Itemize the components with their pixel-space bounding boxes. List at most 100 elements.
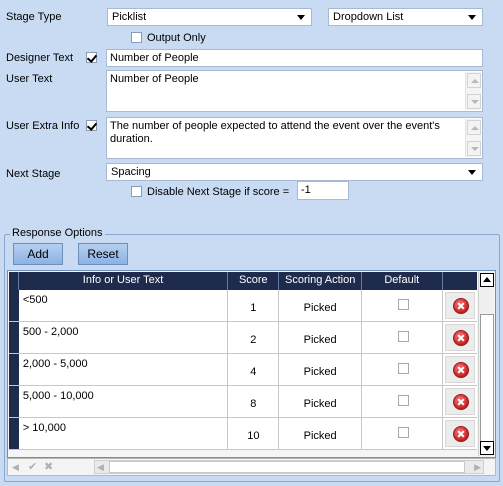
cell-scoring-action[interactable]: Picked (279, 418, 362, 449)
cell-text[interactable]: 500 - 2,000 (19, 322, 229, 353)
scroll-thumb[interactable] (480, 314, 494, 442)
cell-delete (443, 418, 477, 449)
designer-text-value: Number of People (110, 52, 199, 64)
scroll-up-icon[interactable] (467, 73, 481, 88)
row-header-corner (9, 272, 19, 290)
user-extra-info-checkbox[interactable] (86, 120, 97, 131)
delete-icon[interactable] (452, 362, 469, 378)
scroll-up-icon[interactable] (480, 273, 494, 287)
next-stage-label: Next Stage (6, 168, 61, 180)
default-checkbox[interactable] (397, 363, 409, 374)
reset-button[interactable]: Reset (78, 243, 128, 265)
cell-score[interactable]: 1 (228, 290, 280, 321)
row-selector[interactable] (9, 354, 19, 385)
user-extra-info-label: User Extra Info (6, 120, 80, 132)
delete-icon[interactable] (452, 298, 469, 314)
cancel-icon[interactable]: ✖ (44, 460, 53, 473)
left-arrow-icon[interactable]: ◀ (12, 462, 19, 473)
horizontal-scrollbar[interactable]: ◀ ▶ (94, 460, 484, 474)
output-only-label: Output Only (147, 32, 206, 44)
user-text-area[interactable]: Number of People (106, 70, 483, 112)
cell-default (362, 322, 443, 353)
user-text-scrollbar[interactable] (465, 72, 481, 110)
cell-delete (443, 322, 477, 353)
row-selector[interactable] (9, 386, 19, 417)
cell-score[interactable]: 2 (228, 322, 280, 353)
delete-icon[interactable] (452, 330, 469, 346)
output-only-checkbox[interactable] (131, 32, 142, 43)
cell-default (362, 354, 443, 385)
scroll-down-icon[interactable] (467, 94, 481, 109)
disable-next-stage-checkbox[interactable] (131, 186, 142, 197)
table-row[interactable]: 5,000 - 10,000 8 Picked (9, 386, 477, 418)
add-button[interactable]: Add (13, 243, 63, 265)
scroll-down-icon[interactable] (480, 441, 494, 455)
display-type-select[interactable]: Dropdown List (328, 8, 483, 26)
scroll-right-icon[interactable]: ▶ (474, 462, 481, 473)
next-stage-select[interactable]: Spacing (106, 163, 483, 181)
cell-scoring-action[interactable]: Picked (279, 386, 362, 417)
stage-type-value: Picklist (112, 11, 147, 23)
next-stage-value: Spacing (111, 166, 151, 178)
chevron-down-icon (468, 170, 476, 175)
grid-vertical-scrollbar[interactable] (478, 272, 494, 456)
row-selector[interactable] (9, 322, 19, 353)
cell-delete (443, 354, 477, 385)
h-scroll-thumb[interactable] (109, 461, 465, 473)
cell-scoring-action[interactable]: Picked (279, 290, 362, 321)
display-type-value: Dropdown List (333, 11, 404, 23)
response-options-grid: Info or User Text Score Scoring Action D… (7, 270, 496, 458)
designer-text-checkbox[interactable] (86, 52, 97, 63)
default-checkbox[interactable] (397, 395, 409, 406)
response-options-title: Response Options (10, 227, 105, 239)
column-header-scoring-action[interactable]: Scoring Action (279, 272, 362, 290)
column-header-text[interactable]: Info or User Text (19, 272, 229, 290)
cell-text[interactable]: > 10,000 (19, 418, 229, 449)
cell-delete (443, 290, 477, 321)
grid-navigator: ◀ ✔ ✖ ◀ ▶ (7, 458, 496, 476)
default-checkbox[interactable] (397, 427, 409, 438)
column-header-default[interactable]: Default (362, 272, 443, 290)
cell-scoring-action[interactable]: Picked (279, 354, 362, 385)
row-selector[interactable] (9, 290, 19, 321)
user-extra-info-area[interactable]: The number of people expected to attend … (106, 117, 483, 159)
cell-text[interactable]: <500 (19, 290, 229, 321)
table-row[interactable]: > 10,000 10 Picked (9, 418, 477, 450)
column-header-delete (443, 272, 477, 290)
default-checkbox[interactable] (397, 331, 409, 342)
user-text-value: Number of People (110, 73, 199, 85)
cell-text[interactable]: 5,000 - 10,000 (19, 386, 229, 417)
cell-score[interactable]: 10 (228, 418, 280, 449)
disable-score-input[interactable]: -1 (297, 181, 349, 200)
row-selector[interactable] (9, 418, 19, 449)
cell-text[interactable]: 2,000 - 5,000 (19, 354, 229, 385)
cell-default (362, 418, 443, 449)
cell-scoring-action[interactable]: Picked (279, 322, 362, 353)
cell-default (362, 290, 443, 321)
cell-score[interactable]: 4 (228, 354, 280, 385)
user-extra-info-scrollbar[interactable] (465, 119, 481, 157)
stage-type-label: Stage Type (6, 11, 62, 23)
column-header-score[interactable]: Score (228, 272, 280, 290)
table-row[interactable]: 2,000 - 5,000 4 Picked (9, 354, 477, 386)
table-row[interactable]: 500 - 2,000 2 Picked (9, 322, 477, 354)
user-extra-info-value: The number of people expected to attend … (110, 120, 440, 145)
disable-score-value: -1 (301, 184, 311, 196)
cell-score[interactable]: 8 (228, 386, 280, 417)
scroll-down-icon[interactable] (467, 141, 481, 156)
check-icon[interactable]: ✔ (28, 460, 37, 473)
delete-icon[interactable] (452, 426, 469, 442)
scroll-left-icon[interactable]: ◀ (97, 462, 104, 473)
cell-default (362, 386, 443, 417)
designer-text-input[interactable]: Number of People (106, 49, 483, 67)
delete-icon[interactable] (452, 394, 469, 410)
default-checkbox[interactable] (397, 299, 409, 310)
chevron-down-icon (297, 15, 305, 20)
table-row[interactable]: <500 1 Picked (9, 290, 477, 322)
chevron-down-icon (468, 15, 476, 20)
stage-type-select[interactable]: Picklist (107, 8, 312, 26)
designer-text-label: Designer Text (6, 52, 74, 64)
grid-header: Info or User Text Score Scoring Action D… (9, 272, 477, 290)
scroll-up-icon[interactable] (467, 120, 481, 135)
cell-delete (443, 386, 477, 417)
